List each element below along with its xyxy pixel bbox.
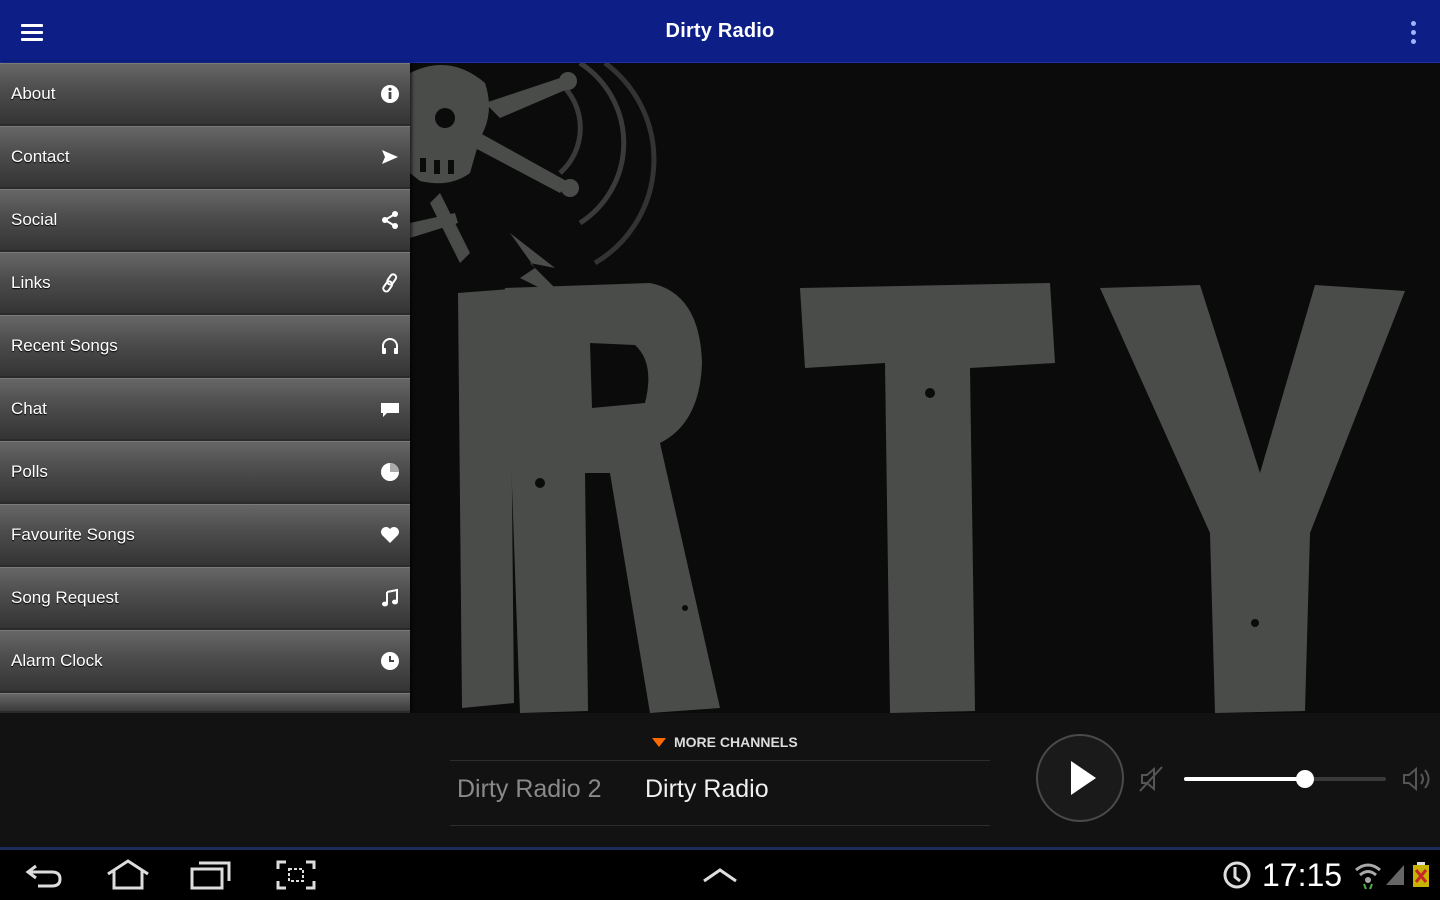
chat-icon bbox=[380, 399, 400, 419]
sidebar-item-label: Social bbox=[11, 210, 58, 229]
pie-chart-icon bbox=[380, 462, 400, 482]
sidebar-item-favourite-songs[interactable]: Favourite Songs bbox=[0, 504, 410, 565]
status-icon bbox=[1222, 855, 1252, 895]
info-icon bbox=[380, 84, 400, 104]
divider bbox=[450, 760, 990, 761]
recent-apps-button[interactable] bbox=[188, 855, 234, 895]
sidebar-item-recent-songs[interactable]: Recent Songs bbox=[0, 315, 410, 376]
sidebar-scroll-edge bbox=[0, 693, 410, 711]
chevron-up-icon bbox=[703, 868, 737, 883]
volume-slider-fill bbox=[1184, 777, 1306, 781]
back-button[interactable] bbox=[22, 855, 66, 895]
mute-button[interactable] bbox=[1136, 763, 1168, 795]
sidebar-item-song-request[interactable]: Song Request bbox=[0, 567, 410, 628]
headphones-icon bbox=[380, 336, 400, 356]
sidebar-item-label: Recent Songs bbox=[11, 336, 118, 355]
sidebar-item-label: Polls bbox=[11, 462, 48, 481]
navigation-drawer: About Contact Social Links Recent Songs bbox=[0, 63, 410, 713]
screenshot-button[interactable] bbox=[274, 855, 318, 895]
speaker-muted-icon bbox=[1139, 766, 1163, 792]
overflow-menu-icon bbox=[1410, 20, 1416, 26]
sidebar-item-alarm-clock[interactable]: Alarm Clock bbox=[0, 630, 410, 691]
divider bbox=[450, 825, 990, 826]
sidebar-item-label: Links bbox=[11, 273, 51, 292]
home-icon bbox=[107, 859, 149, 890]
music-note-icon bbox=[380, 588, 400, 608]
triangle-down-icon bbox=[652, 737, 666, 747]
app-title: Dirty Radio bbox=[665, 20, 775, 42]
battery-icon bbox=[1410, 855, 1432, 895]
sidebar-item-label: Song Request bbox=[11, 588, 119, 607]
player-bar: MORE CHANNELS Dirty Radio 2 Dirty Radio bbox=[0, 713, 1440, 847]
station-artwork bbox=[410, 63, 1440, 713]
recent-apps-icon bbox=[190, 861, 231, 890]
heart-icon bbox=[380, 525, 400, 545]
send-icon bbox=[380, 147, 400, 167]
app-tray-button[interactable] bbox=[700, 855, 740, 895]
sidebar-item-polls[interactable]: Polls bbox=[0, 441, 410, 502]
sidebar-item-social[interactable]: Social bbox=[0, 189, 410, 250]
signal-icon bbox=[1384, 855, 1406, 895]
sync-status-icon bbox=[1223, 861, 1251, 889]
station-logo-image bbox=[410, 63, 1440, 713]
action-bar: Dirty Radio bbox=[0, 0, 1440, 63]
channel-item-dirty-radio-2[interactable]: Dirty Radio 2 bbox=[457, 773, 602, 805]
screenshot-icon bbox=[276, 860, 316, 890]
sidebar-item-label: Alarm Clock bbox=[11, 651, 103, 670]
volume-max-button[interactable] bbox=[1400, 763, 1436, 795]
system-navigation-bar: 17:15 bbox=[0, 847, 1440, 900]
sidebar-item-label: About bbox=[11, 84, 56, 103]
sidebar-item-label: Chat bbox=[11, 399, 47, 418]
link-icon bbox=[380, 273, 400, 293]
home-button[interactable] bbox=[104, 855, 152, 895]
volume-slider[interactable] bbox=[1184, 770, 1386, 788]
overflow-menu-button[interactable] bbox=[1406, 16, 1420, 48]
sidebar-item-label: Favourite Songs bbox=[11, 525, 135, 544]
sidebar-item-about[interactable]: About bbox=[0, 63, 410, 124]
volume-slider-thumb[interactable] bbox=[1296, 770, 1315, 788]
share-icon bbox=[380, 210, 400, 230]
speaker-loud-icon bbox=[1403, 766, 1430, 792]
play-icon bbox=[1070, 761, 1096, 795]
more-channels-button[interactable]: MORE CHANNELS bbox=[652, 733, 798, 751]
play-button[interactable] bbox=[1036, 734, 1124, 822]
sidebar-item-links[interactable]: Links bbox=[0, 252, 410, 313]
status-clock: 17:15 bbox=[1262, 857, 1343, 893]
clock-icon bbox=[380, 651, 400, 671]
sidebar-item-chat[interactable]: Chat bbox=[0, 378, 410, 439]
back-icon bbox=[25, 864, 62, 888]
sidebar-item-contact[interactable]: Contact bbox=[0, 126, 410, 187]
more-channels-label: MORE CHANNELS bbox=[674, 734, 798, 750]
wifi-icon bbox=[1354, 855, 1382, 895]
channel-item-dirty-radio[interactable]: Dirty Radio bbox=[645, 773, 769, 805]
app-root: Dirty Radio About Contact Social Links R… bbox=[0, 0, 1440, 900]
sidebar-item-label: Contact bbox=[11, 147, 70, 166]
